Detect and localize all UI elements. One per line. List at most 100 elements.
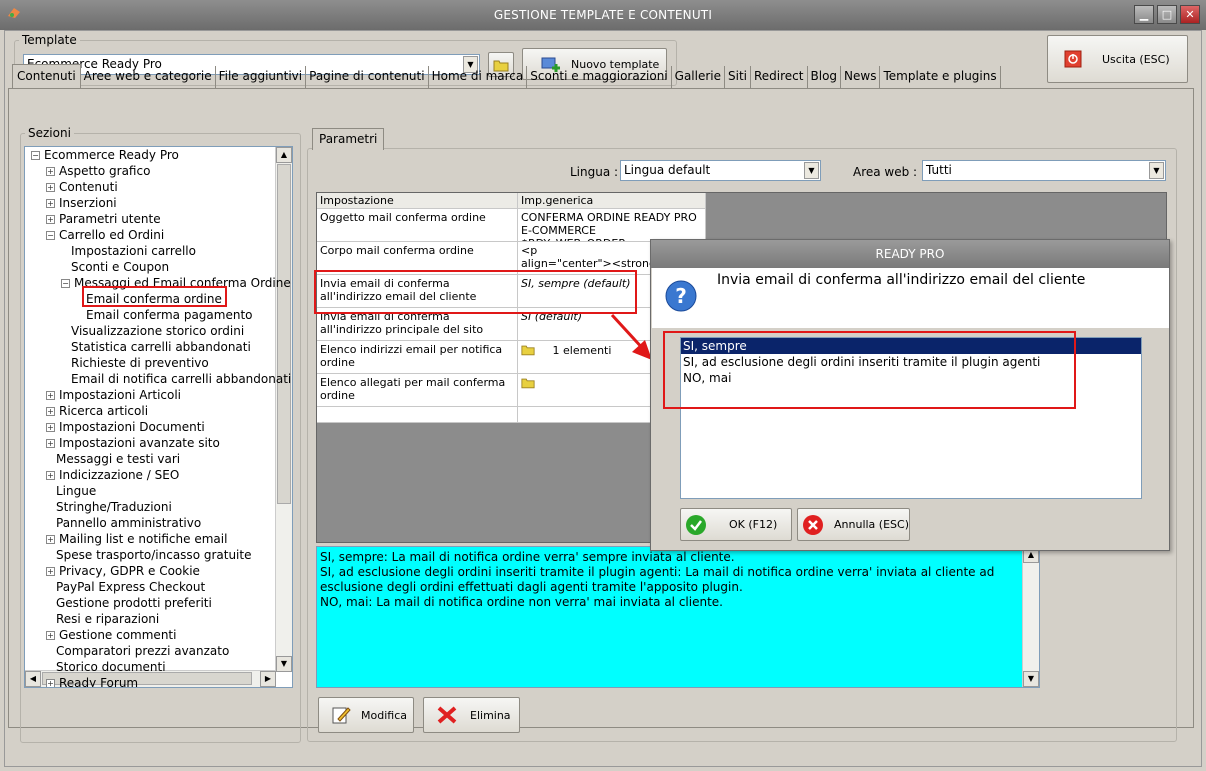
tree-item-label: Visualizzazione storico ordini (71, 324, 245, 338)
expand-icon[interactable]: + (46, 423, 55, 432)
minimize-button[interactable]: ▁ (1134, 5, 1154, 24)
tree-item[interactable]: Gestione prodotti preferiti (46, 595, 212, 611)
expand-icon[interactable]: + (46, 471, 55, 480)
collapse-icon[interactable]: − (31, 151, 40, 160)
tree-item[interactable]: Richieste di preventivo (61, 355, 209, 371)
tree-item[interactable]: + Ready Forum (46, 675, 138, 687)
tree-item[interactable]: + Contenuti (46, 179, 118, 195)
email-list-count: 1 elementi (552, 344, 612, 357)
tree-vertical-scrollbar[interactable]: ▲ ▼ (275, 147, 292, 672)
tab-template-e-plugins[interactable]: Template e plugins (880, 66, 1001, 88)
tree-item[interactable]: Spese trasporto/incasso gratuite (46, 547, 251, 563)
expand-icon[interactable]: + (46, 567, 55, 576)
area-web-select[interactable]: Tutti ▼ (922, 160, 1166, 181)
tree-item[interactable]: Storico documenti (46, 659, 166, 675)
delete-button[interactable]: Elimina (423, 697, 520, 733)
expand-icon[interactable]: + (46, 215, 55, 224)
window-title: GESTIONE TEMPLATE E CONTENUTI (493, 8, 713, 22)
expand-icon[interactable]: + (46, 631, 55, 640)
expand-icon[interactable]: + (46, 199, 55, 208)
tree-item[interactable]: Visualizzazione storico ordini (61, 323, 244, 339)
scroll-down-icon[interactable]: ▼ (1023, 671, 1039, 687)
lingua-label: Lingua : (570, 165, 619, 179)
tree-item[interactable]: − Carrello ed Ordini (46, 227, 164, 243)
tree-item-label: Contenuti (59, 180, 118, 194)
ok-button[interactable]: OK (F12) (680, 508, 792, 541)
scroll-left-icon[interactable]: ◀ (25, 671, 41, 687)
tree-item[interactable]: Resi e riparazioni (46, 611, 159, 627)
tab-blog[interactable]: Blog (808, 66, 842, 88)
memo-scrollbar[interactable]: ▲ ▼ (1022, 547, 1039, 687)
collapse-icon[interactable]: − (61, 279, 70, 288)
tree-item[interactable]: Messaggi e testi vari (46, 451, 180, 467)
tree-item[interactable]: + Ricerca articoli (46, 403, 148, 419)
expand-icon[interactable]: + (46, 407, 55, 416)
expand-icon[interactable]: + (46, 535, 55, 544)
tree-item[interactable]: + Gestione commenti (46, 627, 176, 643)
cancel-button[interactable]: Annulla (ESC) (797, 508, 910, 541)
tree-item[interactable]: Impostazioni carrello (61, 243, 196, 259)
tab-parametri[interactable]: Parametri (312, 128, 385, 150)
grid-row-setting[interactable]: Elenco allegati per mail conferma ordine (317, 374, 518, 407)
grid-row-value[interactable]: CONFERMA ORDINE READY PRO E-COMMERCE $RD… (518, 209, 706, 242)
dialog-header: ? Invia email di conferma all'indirizzo … (652, 268, 1169, 328)
tab-pagine-di-contenuti[interactable]: Pagine di contenuti (306, 66, 429, 88)
tree-item-label: Spese trasporto/incasso gratuite (56, 548, 252, 562)
lingua-select[interactable]: Lingua default ▼ (620, 160, 821, 181)
window-titlebar: GESTIONE TEMPLATE E CONTENUTI ▁ □ ✕ (0, 0, 1206, 30)
tab-gallerie[interactable]: Gallerie (672, 66, 725, 88)
tree-item-label: Impostazioni Documenti (59, 420, 205, 434)
sections-tree[interactable]: ▲ ▼ ◀ ▶ − Ecommerce Ready Pro + Aspetto gra… (24, 146, 293, 688)
grid-row-setting[interactable]: Elenco indirizzi email per notifica ordi… (317, 341, 518, 374)
expand-icon[interactable]: + (46, 391, 55, 400)
expand-icon[interactable]: + (46, 679, 55, 687)
tree-item[interactable]: Stringhe/Traduzioni (46, 499, 172, 515)
tree-item[interactable]: + Mailing list e notifiche email (46, 531, 227, 547)
tree-item[interactable]: Lingue (46, 483, 96, 499)
grid-row-setting[interactable]: Oggetto mail conferma ordine (317, 209, 518, 242)
tree-scroll-thumb[interactable] (277, 164, 291, 504)
expand-icon[interactable]: + (46, 167, 55, 176)
tree-item[interactable]: − Ecommerce Ready Pro (31, 147, 179, 163)
tab-redirect[interactable]: Redirect (751, 66, 808, 88)
tree-item[interactable]: Email di notifica carrelli abbandonati (61, 371, 291, 387)
expand-icon[interactable]: + (46, 183, 55, 192)
collapse-icon[interactable]: − (46, 231, 55, 240)
tab-contenuti[interactable]: Contenuti (12, 64, 81, 88)
tab-file-aggiuntivi[interactable]: File aggiuntivi (216, 66, 307, 88)
tree-item[interactable]: Sconti e Coupon (61, 259, 169, 275)
tab-home-di-marca[interactable]: Home di marca (429, 66, 528, 88)
chevron-down-icon[interactable]: ▼ (1149, 162, 1164, 179)
tree-item[interactable]: + Aspetto grafico (46, 163, 150, 179)
tree-item[interactable]: + Indicizzazione / SEO (46, 467, 179, 483)
close-button[interactable]: ✕ (1180, 5, 1200, 24)
tab-sconti-e-maggiorazioni[interactable]: Sconti e maggiorazioni (527, 66, 672, 88)
modify-button[interactable]: Modifica (318, 697, 414, 733)
tree-item[interactable]: Statistica carrelli abbandonati (61, 339, 251, 355)
tree-item[interactable]: + Impostazioni avanzate sito (46, 435, 220, 451)
scroll-up-icon[interactable]: ▲ (276, 147, 292, 163)
tree-item[interactable]: Pannello amministrativo (46, 515, 201, 531)
maximize-button[interactable]: □ (1157, 5, 1177, 24)
tree-item[interactable]: + Impostazioni Articoli (46, 387, 181, 403)
sections-group-label: Sezioni (25, 126, 74, 140)
tree-item[interactable]: + Inserzioni (46, 195, 117, 211)
tree-item[interactable]: + Privacy, GDPR e Cookie (46, 563, 200, 579)
scroll-right-icon[interactable]: ▶ (260, 671, 276, 687)
tree-item[interactable]: PayPal Express Checkout (46, 579, 205, 595)
tab-aree-web-e-categorie[interactable]: Aree web e categorie (81, 66, 216, 88)
tree-item[interactable]: Comparatori prezzi avanzato (46, 643, 229, 659)
folder-icon[interactable] (521, 376, 535, 389)
expand-icon[interactable]: + (46, 439, 55, 448)
exit-button[interactable]: Uscita (ESC) (1047, 35, 1188, 83)
tab-siti[interactable]: Siti (725, 66, 751, 88)
scroll-down-icon[interactable]: ▼ (276, 656, 292, 672)
tab-news[interactable]: News (841, 66, 881, 88)
tree-item[interactable]: + Impostazioni Documenti (46, 419, 205, 435)
tree-item[interactable]: + Parametri utente (46, 211, 161, 227)
folder-icon[interactable] (521, 343, 535, 356)
main-tabs: Contenuti Aree web e categorie File aggiun… (12, 64, 1001, 88)
chevron-down-icon[interactable]: ▼ (804, 162, 819, 179)
tree-item[interactable]: Email conferma pagamento (76, 307, 253, 323)
grid-header-value: Imp.generica (518, 193, 706, 209)
